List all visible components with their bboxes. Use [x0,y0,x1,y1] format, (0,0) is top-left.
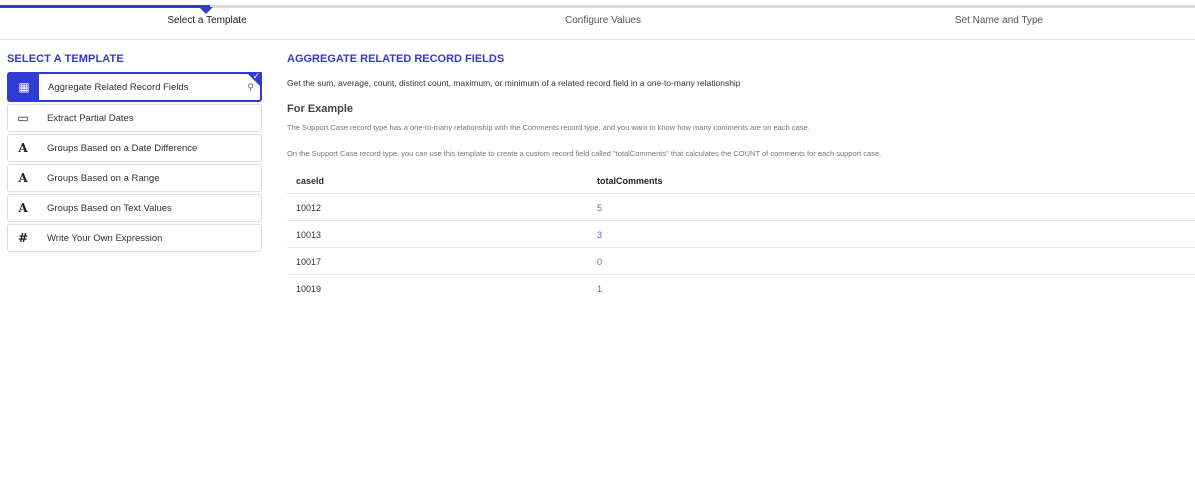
template-detail-heading: AGGREGATE RELATED RECORD FIELDS [287,53,505,65]
text-a-icon: A [18,201,28,215]
cell-totalcomments: 0 [597,257,603,267]
active-step-caret-icon [199,7,213,14]
template-groups-text-values[interactable]: A Groups Based on Text Values [7,194,262,222]
calculator-icon: ▦ [9,74,39,100]
cell-caseid: 10017 [296,257,322,267]
template-write-own-expression[interactable]: # Write Your Own Expression [7,224,262,252]
cell-caseid: 10013 [296,230,322,240]
column-header-totalcomments: totalComments [597,176,663,186]
text-a-icon: A [18,141,28,155]
select-template-heading: SELECT A TEMPLATE [7,53,124,65]
hash-icon: # [17,231,29,245]
check-icon: ✓ [252,71,260,81]
step-configure-values[interactable]: Configure Values [565,15,641,26]
calendar-icon: ▭ [17,111,29,125]
column-header-caseid: caseId [296,176,325,186]
template-groups-range[interactable]: A Groups Based on a Range [7,164,262,192]
example-text-1: The Support Case record type has a one-t… [287,123,810,132]
step-select-template[interactable]: Select a Template [167,15,246,26]
example-text-2: On the Support Case record type, you can… [287,149,882,158]
cell-totalcomments: 3 [597,230,603,240]
table-row: 10013 3 [287,221,1195,248]
template-label: Groups Based on a Range [47,172,160,184]
step-set-name-type[interactable]: Set Name and Type [955,15,1043,26]
table-row: 10012 5 [287,194,1195,221]
cell-caseid: 10012 [296,203,322,213]
template-label: Aggregate Related Record Fields [48,81,189,93]
template-groups-date-difference[interactable]: A Groups Based on a Date Difference [7,134,262,162]
text-a-icon: A [18,171,28,185]
related-record-icon: ⚲ [247,82,254,92]
cell-totalcomments: 1 [597,284,603,294]
template-aggregate-related-record-fields[interactable]: ▦ Aggregate Related Record Fields ✓ ⚲ [7,71,262,102]
template-description: Get the sum, average, count, distinct co… [287,78,741,88]
cell-caseid: 10019 [296,284,322,294]
step-progress-active [0,5,210,8]
example-title: For Example [287,103,354,115]
example-table: caseId totalComments 10012 5 10013 3 100… [287,167,1195,302]
table-row: 10019 1 [287,275,1195,302]
template-label: Write Your Own Expression [47,232,163,244]
table-header-row: caseId totalComments [287,167,1195,194]
template-label: Extract Partial Dates [47,112,134,124]
template-list: ▦ Aggregate Related Record Fields ✓ ⚲ ▭ … [7,71,262,254]
template-label: Groups Based on Text Values [47,202,172,214]
table-row: 10017 0 [287,248,1195,275]
template-label: Groups Based on a Date Difference [47,142,198,154]
cell-totalcomments: 5 [597,203,603,213]
template-extract-partial-dates[interactable]: ▭ Extract Partial Dates [7,104,262,132]
wizard-steps: Select a Template Configure Values Set N… [0,0,1195,40]
